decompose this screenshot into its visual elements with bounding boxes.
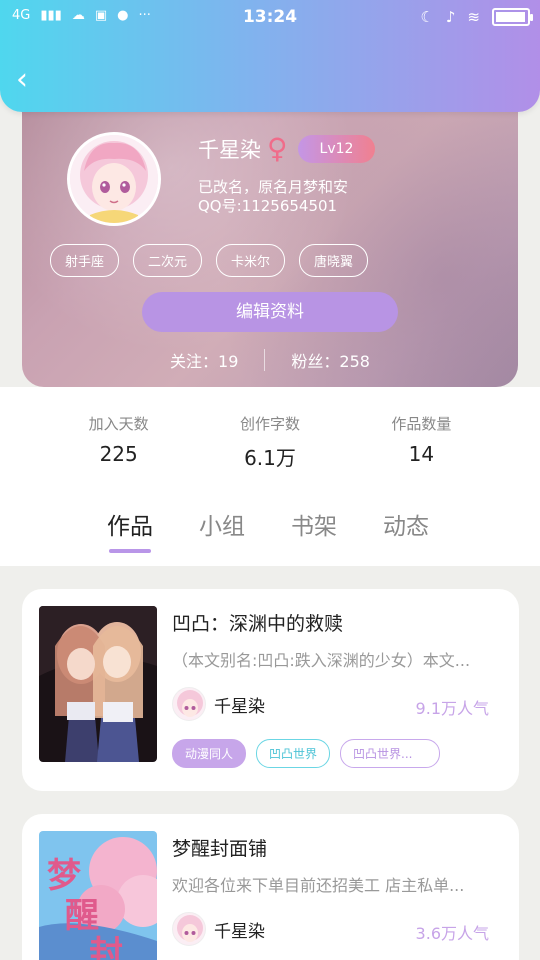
- work-description: 欢迎各位来下单目前还招美工 店主私单...: [172, 876, 465, 895]
- status-right: ☾ ♪ ≋: [420, 8, 533, 26]
- work-tags: 动漫同人 凹凸世界 凹凸世界...: [172, 739, 441, 768]
- stat-works-count: 作品数量 14: [346, 387, 497, 491]
- followers-link[interactable]: 粉丝：258: [291, 348, 370, 372]
- stat-value: 6.1万: [244, 446, 296, 470]
- follow-stats: 关注：19 粉丝：258: [22, 348, 518, 372]
- tab-groups[interactable]: 小组: [199, 507, 245, 541]
- edit-profile-button[interactable]: 编辑资料: [142, 292, 398, 332]
- followers-count: 258: [339, 352, 370, 371]
- mute-bell-icon: ♪: [445, 8, 456, 26]
- battery-fill: [496, 12, 525, 22]
- work-tag[interactable]: 凹凸世界: [256, 739, 331, 768]
- followers-label: 粉丝：: [291, 352, 340, 371]
- work-author[interactable]: 千星染: [172, 912, 265, 946]
- svg-text:梦: 梦: [47, 856, 81, 896]
- following-link[interactable]: 关注：19: [170, 348, 238, 372]
- wifi-icon: ≋: [467, 8, 480, 26]
- moon-icon: ☾: [420, 8, 434, 26]
- qq-number: QQ号:1125654501: [198, 197, 338, 215]
- cover-image: 梦 醒 封: [39, 831, 157, 960]
- following-label: 关注：: [170, 352, 219, 371]
- avatar-image: [70, 135, 158, 223]
- tab-activity[interactable]: 动态: [383, 507, 429, 541]
- stat-join-days: 加入天数 225: [43, 387, 194, 491]
- author-avatar: [172, 687, 206, 721]
- stats-panel: 加入天数 225 创作字数 6.1万 作品数量 14: [43, 387, 497, 491]
- profile-tag[interactable]: 卡米尔: [216, 244, 286, 277]
- popularity: 3.6万人气: [415, 924, 489, 943]
- work-tag[interactable]: 凹凸世界...: [340, 739, 441, 768]
- profile-card: 千星染 ♀ Lv12 已改名，原名月梦和安 QQ号:1125654501 射手座…: [22, 112, 518, 387]
- user-name: 千星染: [198, 138, 261, 162]
- author-avatar-image: [173, 688, 205, 720]
- stat-label: 作品数量: [391, 415, 452, 433]
- following-count: 19: [218, 352, 239, 371]
- name-row: 千星染 ♀ Lv12: [198, 132, 376, 165]
- work-cover[interactable]: [39, 606, 157, 762]
- header-bar: 4G ▮▮▮ ☁ ▣ ● ··· 13:24 ☾ ♪ ≋ ‹: [0, 0, 540, 112]
- stat-word-count: 创作字数 6.1万: [194, 387, 345, 491]
- work-title[interactable]: 凹凸：深渊中的救赎: [172, 609, 343, 636]
- stat-label: 创作字数: [239, 415, 300, 433]
- profile-tag[interactable]: 二次元: [133, 244, 203, 277]
- profile-tags: 射手座 二次元 卡米尔 唐晓翼: [50, 244, 369, 277]
- profile-description: 已改名，原名月梦和安 QQ号:1125654501: [198, 178, 348, 216]
- author-name: 千星染: [214, 696, 265, 717]
- stat-value: 225: [99, 442, 138, 466]
- tab-works[interactable]: 作品: [107, 507, 153, 553]
- work-card[interactable]: 梦 醒 封 梦醒封面铺 欢迎各位来下单目前还招美工 店主私单... 千星染 3.…: [22, 814, 519, 960]
- work-cover[interactable]: 梦 醒 封: [39, 831, 157, 960]
- female-icon: ♀: [267, 132, 288, 165]
- battery-icon: [492, 8, 533, 26]
- status-bar: 4G ▮▮▮ ☁ ▣ ● ··· 13:24 ☾ ♪ ≋: [0, 0, 540, 36]
- profile-tag[interactable]: 射手座: [50, 244, 120, 277]
- svg-text:封: 封: [89, 934, 123, 960]
- svg-text:醒: 醒: [65, 896, 99, 936]
- work-description: （本文别名:凹凸:跌入深渊的少女）本文...: [172, 651, 471, 670]
- level-badge: Lv12: [297, 135, 376, 163]
- stat-value: 14: [408, 442, 435, 466]
- stat-label: 加入天数: [88, 415, 149, 433]
- profile-tag[interactable]: 唐晓翼: [299, 244, 369, 277]
- work-tag[interactable]: 动漫同人: [172, 739, 247, 768]
- popularity: 9.1万人气: [415, 699, 489, 718]
- avatar[interactable]: [67, 132, 161, 226]
- author-avatar: [172, 912, 206, 946]
- tabs-bar: 作品 小组 书架 动态: [0, 491, 540, 566]
- work-title[interactable]: 梦醒封面铺: [172, 834, 267, 861]
- work-author[interactable]: 千星染: [172, 687, 265, 721]
- author-avatar-image: [173, 913, 205, 945]
- author-name: 千星染: [214, 921, 265, 942]
- tabs: 作品 小组 书架 动态: [107, 507, 429, 553]
- work-card[interactable]: 凹凸：深渊中的救赎 （本文别名:凹凸:跌入深渊的少女）本文... 千星染 9.1…: [22, 589, 519, 791]
- cover-image: [39, 606, 157, 762]
- divider: [264, 349, 266, 371]
- back-arrow-icon[interactable]: ‹: [16, 64, 44, 96]
- rename-note: 已改名，原名月梦和安: [198, 178, 349, 196]
- tab-bookshelf[interactable]: 书架: [291, 507, 337, 541]
